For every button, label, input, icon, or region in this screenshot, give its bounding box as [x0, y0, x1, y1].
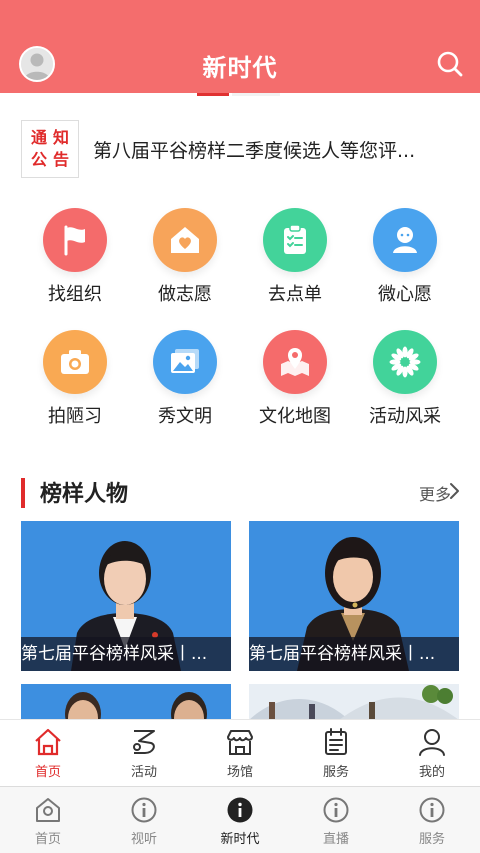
heart-house-icon [153, 208, 217, 272]
tab-main-home[interactable]: 首页 [0, 787, 96, 853]
tab-label: 我的 [418, 765, 445, 780]
tab-main-service[interactable]: 服务 [384, 787, 480, 853]
notice-badge-char: 告 [52, 150, 69, 169]
grid-item-label: 活动风采 [369, 406, 441, 427]
flag-icon [43, 208, 107, 272]
tab-label: 直播 [322, 832, 349, 847]
portrait-image [21, 684, 231, 720]
tab-label: 场馆 [226, 765, 253, 780]
notice-badge-char: 公 [30, 150, 47, 169]
info-icon [419, 797, 445, 823]
tab-service[interactable]: 服务 [288, 720, 384, 785]
grid-item-show-civility[interactable]: 秀文明 [130, 330, 240, 452]
tab-label: 服务 [322, 765, 349, 780]
notice-text[interactable]: 第八届平谷榜样二季度候选人等您评... [93, 136, 415, 163]
tab-indicator-track [232, 93, 280, 96]
more-link[interactable]: 更多 [419, 481, 451, 505]
person-icon [373, 208, 437, 272]
page-title: 新时代 [202, 54, 278, 82]
activity-icon [133, 730, 155, 754]
main-tab-bar: 首页 视听 新时代 直播 服务 [0, 786, 480, 853]
tab-label: 活动 [130, 765, 157, 780]
info-icon [323, 797, 349, 823]
profile-icon [419, 729, 445, 756]
feature-grid: 找组织 做志愿 去点单 微心愿 拍陋习 秀文明 文化地图 活动风采 [20, 208, 460, 452]
app-tab-bar: 首页 活动 场馆 服务 我的 [0, 719, 480, 785]
map-pin-icon [263, 330, 327, 394]
tab-label: 服务 [418, 832, 445, 847]
tab-main-audiovisual[interactable]: 视听 [96, 787, 192, 853]
info-icon [131, 797, 157, 823]
grid-item-find-organization[interactable]: 找组织 [20, 208, 130, 330]
section-header: 榜样人物 更多 [21, 476, 461, 508]
tab-label: 首页 [34, 832, 61, 847]
grid-item-culture-map[interactable]: 文化地图 [240, 330, 350, 452]
top-header: 新时代 [0, 0, 480, 93]
tab-main-live[interactable]: 直播 [288, 787, 384, 853]
camera-icon [43, 330, 107, 394]
grid-item-label: 拍陋习 [48, 406, 102, 427]
tab-label: 视听 [130, 832, 157, 847]
tab-activity[interactable]: 活动 [96, 720, 192, 785]
grid-item-activity-gallery[interactable]: 活动风采 [350, 330, 460, 452]
tab-label: 首页 [34, 765, 61, 780]
grid-item-label: 去点单 [268, 284, 322, 305]
card-caption: 第七届平谷榜样风采丨... [21, 637, 231, 671]
tab-home[interactable]: 首页 [0, 720, 96, 785]
notice-badge: 通 知 公 告 [21, 120, 79, 178]
gallery-icon [153, 330, 217, 394]
tab-venue[interactable]: 场馆 [192, 720, 288, 785]
grid-item-order[interactable]: 去点单 [240, 208, 350, 330]
grid-item-label: 秀文明 [158, 406, 212, 427]
home-icon [35, 728, 61, 756]
clipboard-icon [263, 208, 327, 272]
section-title: 榜样人物 [40, 482, 129, 507]
greenhouse-image [249, 684, 459, 720]
grid-item-label: 找组织 [48, 284, 102, 305]
card-caption: 第七届平谷榜样风采丨... [249, 637, 459, 671]
role-model-card[interactable]: 第七届平谷榜样风采丨... [249, 521, 459, 671]
notice-badge-char: 知 [52, 128, 69, 147]
role-model-card[interactable]: 第七届平谷榜样风采丨... [21, 521, 231, 671]
grid-item-wish[interactable]: 微心愿 [350, 208, 460, 330]
tab-main-new-era[interactable]: 新时代 [192, 787, 288, 853]
tab-label: 新时代 [220, 832, 260, 847]
service-icon [325, 728, 347, 755]
active-tab-indicator [197, 93, 229, 96]
home-icon [36, 798, 60, 822]
grid-item-report[interactable]: 拍陋习 [20, 330, 130, 452]
section-accent-bar [21, 478, 25, 508]
grid-item-label: 微心愿 [378, 284, 432, 305]
grid-item-label: 做志愿 [158, 284, 212, 305]
notice-badge-char: 通 [30, 128, 47, 147]
venue-icon [227, 730, 253, 755]
notice-bar[interactable]: 通 知 公 告 第八届平谷榜样二季度候选人等您评... [21, 120, 461, 178]
info-icon [227, 797, 253, 823]
grid-item-label: 文化地图 [259, 406, 331, 427]
role-model-card[interactable] [21, 684, 231, 720]
tab-profile[interactable]: 我的 [384, 720, 480, 785]
chevron-right-icon[interactable] [449, 482, 461, 500]
flower-icon [373, 330, 437, 394]
grid-item-volunteer[interactable]: 做志愿 [130, 208, 240, 330]
activity-card[interactable] [249, 684, 459, 720]
search-icon[interactable] [436, 50, 464, 78]
